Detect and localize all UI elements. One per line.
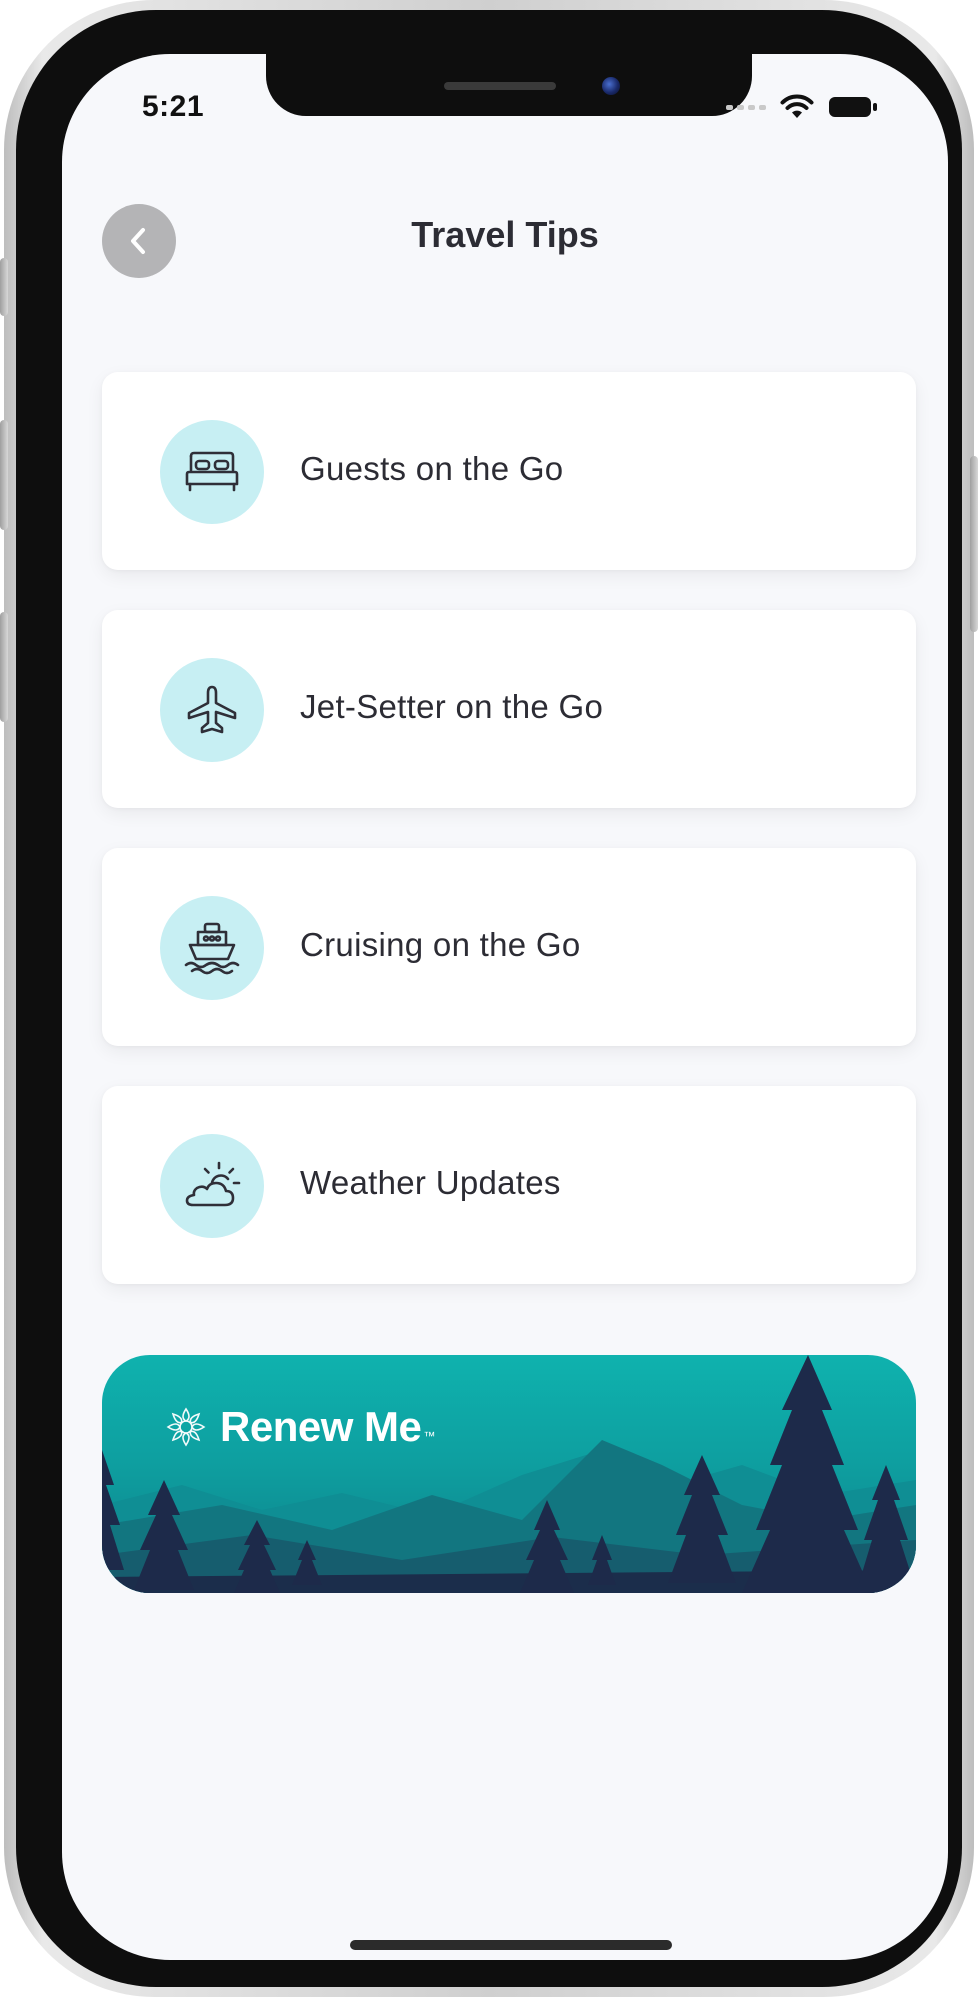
volume-up-button [0, 420, 8, 530]
volume-down-button [0, 612, 8, 722]
menu-item-label: Cruising on the Go [300, 926, 581, 963]
page-title: Travel Tips [411, 214, 599, 255]
mute-switch [0, 258, 8, 316]
phone-frame: 5:21 Travel Tips Guests on the Go Jet-Se… [0, 0, 978, 1997]
menu-item-guests[interactable]: Guests on the Go [102, 372, 916, 570]
icon-circle [160, 420, 264, 524]
home-indicator[interactable] [350, 1940, 672, 1950]
menu-item-label: Jet-Setter on the Go [300, 688, 604, 725]
bed-icon [185, 451, 239, 492]
notch [266, 54, 752, 116]
front-camera [602, 77, 620, 95]
icon-circle [160, 658, 264, 762]
battery-icon [829, 97, 877, 117]
menu-item-label: Weather Updates [300, 1164, 561, 1201]
wifi-icon [780, 94, 814, 118]
icon-circle [160, 1134, 264, 1238]
status-time: 5:21 [142, 90, 205, 123]
renew-me-banner[interactable]: Renew Me ™ [102, 1355, 916, 1593]
speaker-grille [444, 82, 556, 90]
menu-item-weather[interactable]: Weather Updates [102, 1086, 916, 1284]
status-icons [726, 94, 878, 120]
ship-icon [184, 922, 240, 975]
menu-item-cruising[interactable]: Cruising on the Go [102, 848, 916, 1046]
cloud-sun-icon [185, 1161, 241, 1207]
menu-item-jet-setter[interactable]: Jet-Setter on the Go [102, 610, 916, 808]
cellular-signal-icon [726, 104, 766, 110]
icon-circle [160, 896, 264, 1000]
menu-item-label: Guests on the Go [300, 450, 564, 487]
brand-lockup: Renew Me ™ [164, 1403, 435, 1451]
trademark-mark: ™ [423, 1429, 436, 1443]
brand-name: Renew Me [220, 1403, 422, 1450]
phone-bezel: 5:21 Travel Tips Guests on the Go Jet-Se… [16, 10, 962, 1987]
app-screen: 5:21 Travel Tips Guests on the Go Jet-Se… [62, 54, 948, 1960]
mandala-logo-icon [166, 1407, 206, 1447]
forest-landscape-illustration [102, 1355, 916, 1593]
airplane-icon [187, 685, 237, 734]
power-button [970, 456, 978, 632]
